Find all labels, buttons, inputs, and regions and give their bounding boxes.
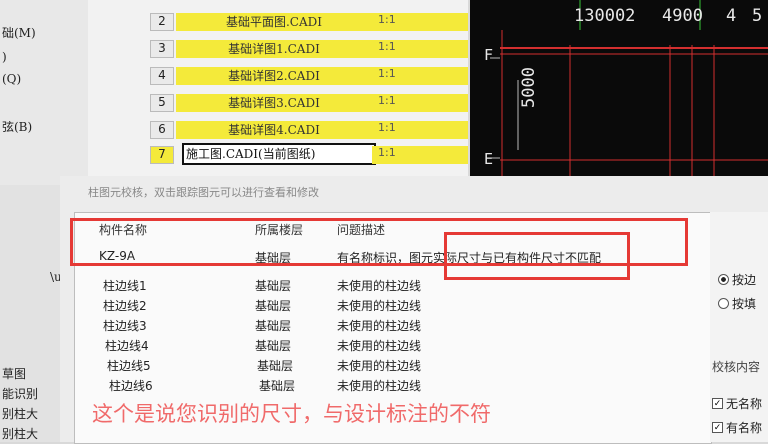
row-number: 3	[150, 40, 174, 58]
table-row-desc[interactable]: 未使用的柱边线	[337, 337, 421, 354]
lower-item-1[interactable]: 草图	[2, 365, 26, 382]
cad-drawing	[490, 0, 768, 185]
check-options-panel: 按边 按填 校核内容 ✓ 无名称 ✓ 有名称	[710, 212, 768, 442]
drawing-scale: 1:1	[372, 121, 468, 139]
axis-label-f: F	[484, 46, 494, 64]
radio-by-edge[interactable]	[718, 274, 729, 285]
drawing-scale: 1:1	[372, 67, 468, 85]
row-number: 2	[150, 13, 174, 31]
table-row-desc[interactable]: 未使用的柱边线	[337, 377, 421, 394]
left-menu: 础(M) ) (Q) 弦(B)	[0, 0, 88, 185]
menu-item-1[interactable]: 础(M)	[2, 24, 36, 41]
drawing-name[interactable]: 基础详图4.CADI	[176, 121, 372, 139]
lower-item-4[interactable]: 别柱大	[2, 425, 38, 442]
row-number: 6	[150, 121, 174, 139]
current-drawing-name[interactable]: 施工图.CADI(当前图纸)	[182, 143, 376, 165]
check-content-label: 校核内容	[712, 360, 761, 374]
table-row-floor[interactable]: 基础层	[259, 377, 295, 394]
checkbox-has-name-label: 有名称	[726, 421, 763, 435]
table-row-name[interactable]: 柱边线6	[109, 377, 153, 394]
radio-by-edge-label: 按边	[732, 273, 757, 287]
checkbox-no-name[interactable]: ✓	[712, 398, 723, 409]
table-row-name[interactable]: 柱边线4	[105, 337, 149, 354]
radio-by-fill[interactable]	[718, 298, 729, 309]
menu-item-3[interactable]: (Q)	[2, 72, 21, 86]
table-row-floor[interactable]: 基础层	[255, 337, 291, 354]
checkbox-no-name-label: 无名称	[726, 397, 763, 411]
table-row-desc[interactable]: 未使用的柱边线	[337, 317, 421, 334]
drawing-name[interactable]: 基础详图2.CADI	[176, 67, 372, 85]
table-row-name[interactable]: 柱边线5	[107, 357, 151, 374]
menu-item-2[interactable]: )	[2, 50, 7, 64]
dimension-label: 130002	[574, 6, 636, 26]
dimension-label: 5	[752, 6, 763, 26]
drawing-name[interactable]: 基础详图3.CADI	[176, 94, 372, 112]
menu-item-4[interactable]: 弦(B)	[2, 118, 32, 135]
drawing-name[interactable]: 基础平面图.CADI	[176, 13, 372, 31]
drawing-scale: 1:1	[372, 94, 468, 112]
table-row-desc[interactable]: 未使用的柱边线	[337, 297, 421, 314]
table-row-name[interactable]: 柱边线1	[103, 277, 147, 294]
table-row-floor[interactable]: 基础层	[255, 317, 291, 334]
axis-label-e: E	[484, 150, 494, 168]
radio-by-fill-label: 按填	[732, 297, 757, 311]
lower-left-panel: \u5f04 草图 能识别 别柱大 别柱大	[0, 185, 89, 442]
table-row-name[interactable]: 柱边线3	[103, 317, 147, 334]
drawing-scale: 1:1	[372, 40, 468, 58]
annotation-caption: 这个是说您识别的尺寸，与设计标注的不符	[92, 402, 491, 426]
table-row-name[interactable]: 柱边线2	[103, 297, 147, 314]
lower-item-3[interactable]: 别柱大	[2, 405, 38, 422]
dimension-label: 4900	[662, 6, 703, 26]
dimension-label-vertical: 5000	[519, 67, 539, 108]
lower-item-2[interactable]: 能识别	[2, 385, 38, 402]
row-number: 7	[150, 146, 174, 164]
row-number: 5	[150, 94, 174, 112]
annotation-box-size	[444, 232, 630, 280]
row-number: 4	[150, 67, 174, 85]
dimension-label: 4	[726, 6, 737, 26]
table-row-floor[interactable]: 基础层	[255, 277, 291, 294]
dialog-title: 柱图元校核，双击跟踪图元可以进行查看和修改	[88, 186, 319, 199]
table-row-floor[interactable]: 基础层	[257, 357, 293, 374]
table-row-desc[interactable]: 未使用的柱边线	[337, 277, 421, 294]
checkbox-has-name[interactable]: ✓	[712, 422, 723, 433]
drawing-name[interactable]: 基础详图1.CADI	[176, 40, 372, 58]
drawing-scale: 1:1	[372, 146, 468, 164]
cad-canvas[interactable]: 130002 4900 4 5 5000 F E	[470, 0, 768, 185]
table-row-floor[interactable]: 基础层	[255, 297, 291, 314]
drawing-scale: 1:1	[372, 13, 468, 31]
table-row-desc[interactable]: 未使用的柱边线	[337, 357, 421, 374]
